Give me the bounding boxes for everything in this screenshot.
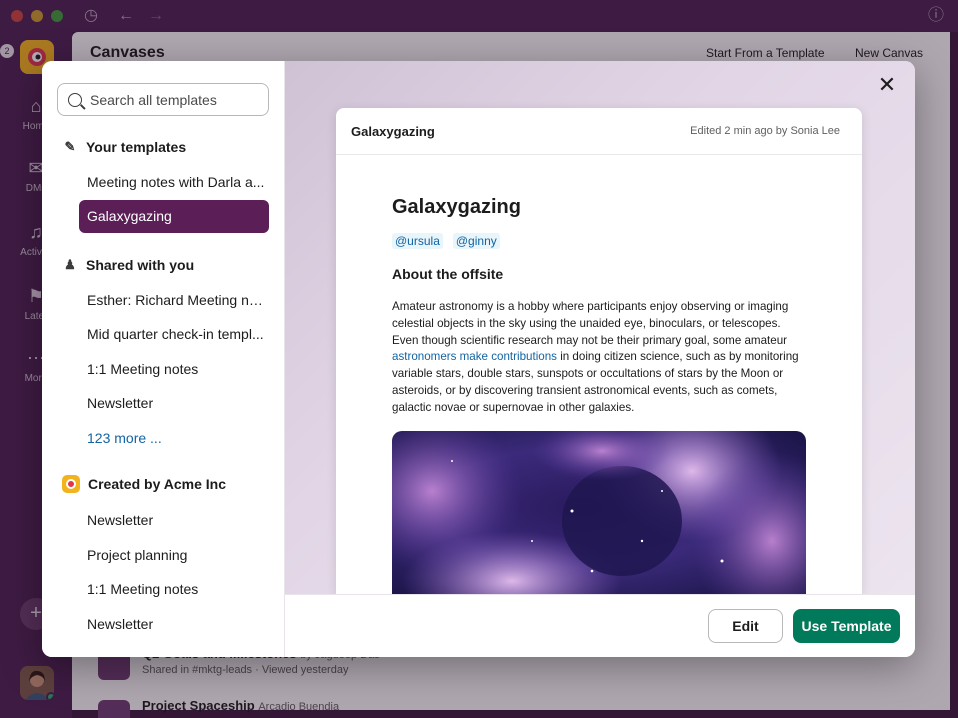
- doc-paragraph: Amateur astronomy is a hobby where parti…: [392, 300, 799, 414]
- mention-ginny[interactable]: @ginny: [452, 233, 500, 249]
- mentions-row: @ursula @ginny: [392, 233, 806, 249]
- section-shared-with-you: ♟ Shared with you: [62, 257, 194, 273]
- search-icon: [68, 92, 82, 107]
- search-field[interactable]: [57, 83, 269, 116]
- modal-footer: Edit Use Template: [285, 594, 915, 657]
- preview-card-title: Galaxygazing: [351, 123, 435, 139]
- pencil-icon: ✎: [64, 139, 76, 154]
- section-created-by-acme: Created by Acme Inc: [62, 475, 226, 493]
- show-more-link[interactable]: 123 more ...: [79, 422, 269, 455]
- nebula-image: [392, 430, 806, 594]
- use-template-button[interactable]: Use Template: [793, 609, 900, 643]
- template-item-selected[interactable]: Galaxygazing: [79, 200, 269, 233]
- acme-logo-icon: [62, 475, 80, 493]
- edited-meta: Edited 2 min ago by Sonia Lee: [690, 125, 840, 137]
- section-your-templates: ✎ Your templates: [62, 139, 187, 155]
- template-picker-modal: ✎ Your templates Meeting notes with Darl…: [42, 61, 915, 657]
- nebula-picture: [392, 430, 806, 594]
- preview-body: Galaxygazing @ursula @ginny About the of…: [392, 196, 806, 594]
- close-modal-button[interactable]: ✕: [875, 73, 899, 97]
- contributions-link[interactable]: astronomers make contributions: [392, 350, 557, 363]
- people-icon: ♟: [64, 257, 76, 272]
- template-item[interactable]: Newsletter: [79, 608, 269, 641]
- preview-document: Galaxygazing Edited 2 min ago by Sonia L…: [336, 108, 862, 594]
- template-item[interactable]: 1:1 Meeting notes: [79, 573, 269, 606]
- template-preview-pane: ✕ Galaxygazing Edited 2 min ago by Sonia…: [285, 61, 915, 594]
- section-heading: Your templates: [86, 139, 187, 155]
- doc-title: Galaxygazing: [392, 196, 521, 218]
- template-item[interactable]: Meeting notes with Darla a...: [79, 166, 269, 199]
- template-item[interactable]: Project planning: [79, 539, 269, 572]
- template-item[interactable]: Newsletter: [79, 387, 269, 420]
- template-item[interactable]: Mid quarter check-in templ...: [79, 318, 269, 351]
- section-heading: Created by Acme Inc: [88, 476, 226, 492]
- template-item[interactable]: Newsletter: [79, 504, 269, 537]
- mention-ursula[interactable]: @ursula: [392, 233, 443, 249]
- template-item[interactable]: 1:1 Meeting notes: [79, 353, 269, 386]
- edit-button[interactable]: Edit: [708, 609, 783, 643]
- template-sidebar: ✎ Your templates Meeting notes with Darl…: [42, 61, 285, 657]
- preview-header: Galaxygazing Edited 2 min ago by Sonia L…: [336, 108, 862, 155]
- search-input[interactable]: [90, 91, 260, 108]
- section-heading: Shared with you: [86, 257, 195, 273]
- section-heading-offsite: About the offsite: [392, 266, 504, 282]
- template-item[interactable]: Esther: Richard Meeting not...: [79, 284, 269, 317]
